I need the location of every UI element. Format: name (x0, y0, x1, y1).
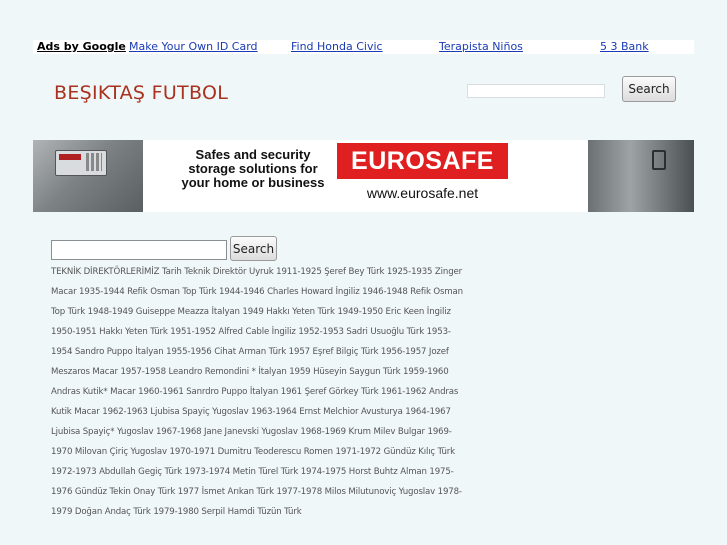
keypad-keys (86, 153, 102, 171)
header-search-button[interactable]: Search (622, 76, 676, 102)
article-text: TEKNİK DİREKTÖRLERİMİZ Tarih Teknik Dire… (51, 267, 463, 517)
ad-link-bank[interactable]: 5 3 Bank (600, 40, 649, 54)
banner-url: www.eurosafe.net (366, 185, 479, 201)
keypad-display (59, 154, 81, 160)
ads-bar: Ads by Google Make Your Own ID Card Find… (33, 40, 694, 54)
ad-link-id-card[interactable]: Make Your Own ID Card (129, 40, 258, 54)
safe-keypad-image (33, 140, 143, 212)
main-search-button[interactable]: Search (230, 236, 277, 261)
ads-by-google-label[interactable]: Ads by Google (37, 40, 126, 54)
site-title[interactable]: BEŞIKTAŞ FUTBOL (54, 82, 228, 104)
banner-tagline: Safes and security storage solutions for… (181, 147, 325, 190)
eurosafe-banner[interactable]: Safes and security storage solutions for… (33, 140, 694, 212)
safe-handle-icon (652, 150, 666, 170)
header-search-input[interactable] (467, 84, 605, 98)
ad-link-honda-civic[interactable]: Find Honda Civic (291, 40, 383, 54)
ad-link-terapista[interactable]: Terapista Niños (439, 40, 523, 54)
safe-door-image (588, 140, 694, 212)
main-search-input[interactable] (51, 240, 227, 260)
keypad-icon (55, 150, 107, 176)
eurosafe-logo: EUROSAFE (337, 143, 508, 179)
